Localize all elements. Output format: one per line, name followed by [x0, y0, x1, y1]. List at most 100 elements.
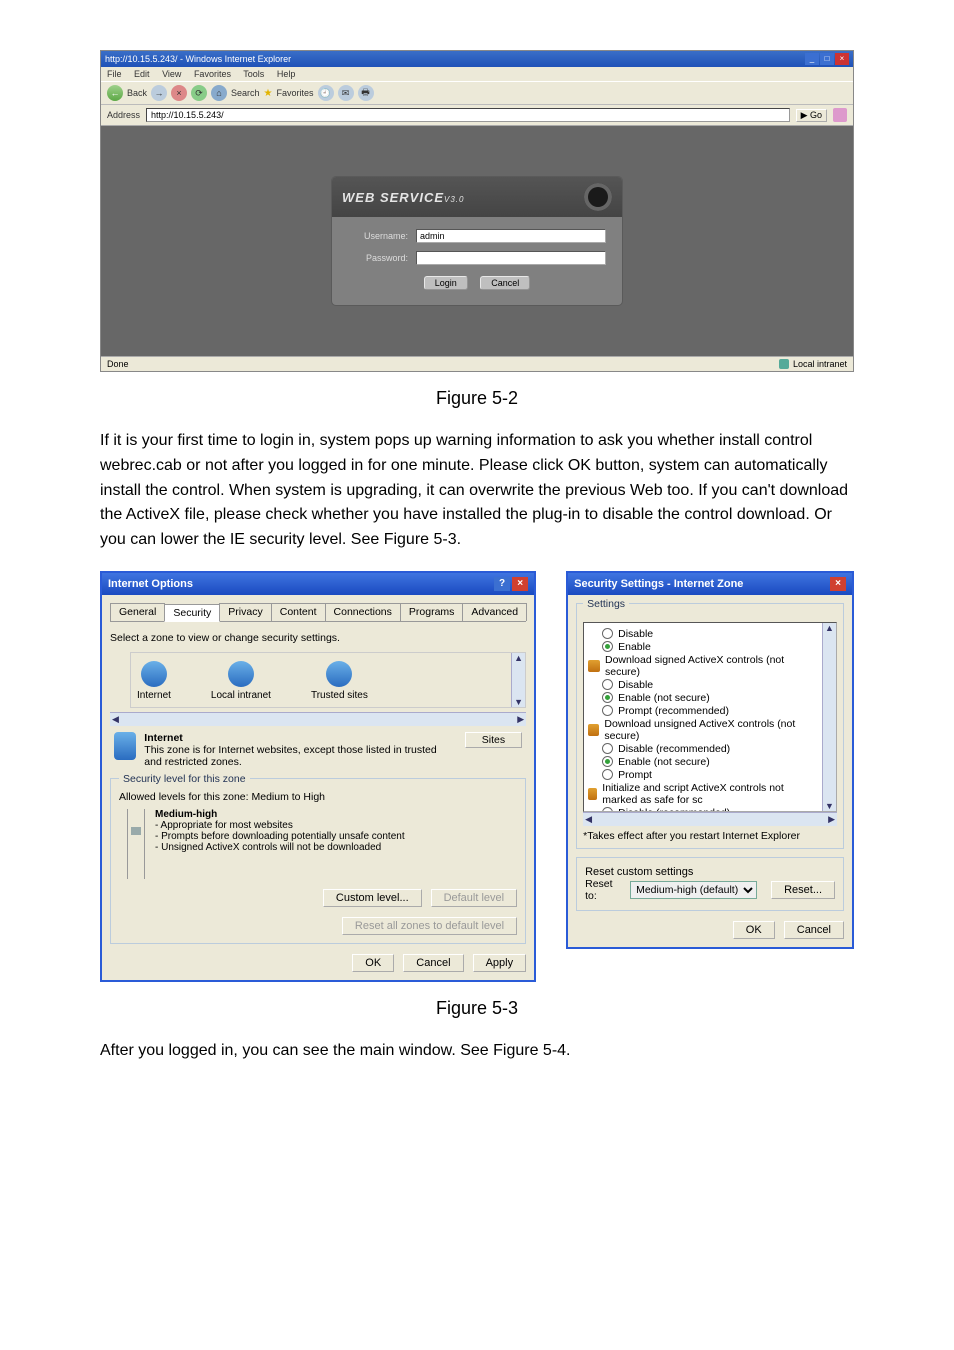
favorites-icon[interactable]: ★ — [264, 88, 273, 99]
zone-internet: Internet — [137, 661, 171, 701]
option-label: Prompt (recommended) — [618, 705, 729, 717]
level-b1: - Appropriate for most websites — [155, 820, 405, 831]
menu-favorites[interactable]: Favorites — [194, 69, 231, 79]
ok-button[interactable]: OK — [733, 921, 775, 939]
forward-button[interactable] — [151, 85, 167, 101]
tab-programs[interactable]: Programs — [400, 603, 464, 621]
zone-icon — [779, 359, 789, 369]
radio-option[interactable] — [602, 769, 613, 780]
menu-help[interactable]: Help — [277, 69, 296, 79]
setting-heading: Download unsigned ActiveX controls (not … — [604, 718, 820, 742]
history-button[interactable]: 🕘 — [318, 85, 334, 101]
setting-heading: Download signed ActiveX controls (not se… — [605, 654, 820, 678]
ok-button[interactable]: OK — [352, 954, 394, 972]
search-label[interactable]: Search — [231, 88, 260, 98]
sites-button[interactable]: Sites — [465, 732, 522, 748]
login-button[interactable]: Login — [424, 276, 468, 290]
figure-5-3-caption: Figure 5-3 — [100, 998, 854, 1019]
cancel-button[interactable]: Cancel — [480, 276, 530, 290]
menu-file[interactable]: File — [107, 69, 122, 79]
username-label: Username: — [348, 231, 408, 241]
internet-options-dialog: Internet Options ? × General Security Pr… — [100, 571, 536, 982]
settings-list[interactable]: DisableEnableDownload signed ActiveX con… — [583, 622, 837, 812]
close-button[interactable]: × — [835, 53, 849, 65]
menu-edit[interactable]: Edit — [134, 69, 150, 79]
level-name: Medium-high — [155, 809, 405, 820]
username-input[interactable] — [416, 229, 606, 243]
help-button[interactable]: ? — [494, 577, 510, 591]
paragraph-2: After you logged in, you can see the mai… — [100, 1039, 854, 1064]
option-label: Disable (recommended) — [618, 743, 730, 755]
security-settings-dialog: Security Settings - Internet Zone × Sett… — [566, 571, 854, 949]
reset-to-label: Reset to: — [585, 878, 622, 902]
close-icon[interactable]: × — [512, 577, 528, 591]
radio-option[interactable] — [602, 705, 613, 716]
radio-option[interactable] — [602, 756, 613, 767]
back-button[interactable] — [107, 85, 123, 101]
maximize-button[interactable]: □ — [820, 53, 834, 65]
radio-option[interactable] — [602, 628, 613, 639]
menu-tools[interactable]: Tools — [243, 69, 264, 79]
print-button[interactable]: 🖶 — [358, 85, 374, 101]
option-label: Prompt — [618, 769, 652, 781]
tab-advanced[interactable]: Advanced — [462, 603, 527, 621]
zone-scroll[interactable] — [511, 653, 525, 707]
zone-hscroll[interactable]: ◀▶ — [110, 712, 526, 726]
option-label: Enable (not secure) — [618, 692, 710, 704]
password-input[interactable] — [416, 251, 606, 265]
status-bar: Done Local intranet — [101, 356, 853, 371]
default-level-button[interactable]: Default level — [431, 889, 518, 907]
io-tabs: General Security Privacy Content Connect… — [110, 603, 526, 622]
level-b3: - Unsigned ActiveX controls will not be … — [155, 842, 405, 853]
settings-legend: Settings — [583, 598, 629, 610]
zone-local-intranet: Local intranet — [211, 661, 271, 701]
tab-privacy[interactable]: Privacy — [219, 603, 271, 621]
settings-hscroll[interactable]: ◀▶ — [583, 812, 837, 826]
apply-button[interactable]: Apply — [473, 954, 527, 972]
status-zone: Local intranet — [793, 359, 847, 369]
radio-option[interactable] — [602, 807, 613, 812]
tab-general[interactable]: General — [110, 603, 165, 621]
mail-button[interactable]: ✉ — [338, 85, 354, 101]
reset-all-button[interactable]: Reset all zones to default level — [342, 917, 517, 935]
radio-option[interactable] — [602, 692, 613, 703]
settings-scroll[interactable] — [822, 623, 836, 811]
trusted-icon — [326, 661, 352, 687]
reset-button[interactable]: Reset... — [771, 881, 835, 899]
cancel-button[interactable]: Cancel — [784, 921, 844, 939]
address-input[interactable]: http://10.15.5.243/ — [146, 108, 790, 122]
go-button[interactable]: ▶ Go — [796, 109, 827, 122]
home-button[interactable]: ⌂ — [211, 85, 227, 101]
security-slider[interactable] — [127, 809, 145, 879]
radio-option[interactable] — [602, 641, 613, 652]
links-icon[interactable] — [833, 108, 847, 122]
refresh-button[interactable]: ⟳ — [191, 85, 207, 101]
zone-trusted: Trusted sites — [311, 661, 368, 701]
option-label: Disable — [618, 679, 653, 691]
minimize-button[interactable]: _ — [805, 53, 819, 65]
level-b2: - Prompts before downloading potentially… — [155, 831, 405, 842]
stop-button[interactable]: × — [171, 85, 187, 101]
tab-connections[interactable]: Connections — [325, 603, 401, 621]
login-panel: WEB SERVICEV3.0 Username: Password: Logi… — [332, 177, 622, 305]
radio-option[interactable] — [602, 679, 613, 690]
restart-note: *Takes effect after you restart Internet… — [583, 830, 837, 842]
custom-level-button[interactable]: Custom level... — [323, 889, 422, 907]
password-label: Password: — [348, 253, 408, 263]
status-done: Done — [107, 359, 129, 369]
reset-dropdown[interactable]: Medium-high (default) — [630, 881, 757, 899]
menu-view[interactable]: View — [162, 69, 181, 79]
back-label: Back — [127, 88, 147, 98]
zone-list[interactable]: Internet Local intranet Trusted sites — [130, 652, 526, 708]
tab-security[interactable]: Security — [164, 604, 220, 622]
cancel-button[interactable]: Cancel — [403, 954, 463, 972]
globe-icon — [114, 732, 136, 760]
radio-option[interactable] — [602, 743, 613, 754]
shield-icon — [588, 788, 597, 800]
option-label: Enable (not secure) — [618, 756, 710, 768]
tab-content[interactable]: Content — [271, 603, 326, 621]
close-icon[interactable]: × — [830, 577, 846, 591]
favorites-label[interactable]: Favorites — [277, 88, 314, 98]
shield-icon — [588, 660, 600, 672]
camera-icon — [584, 183, 612, 211]
